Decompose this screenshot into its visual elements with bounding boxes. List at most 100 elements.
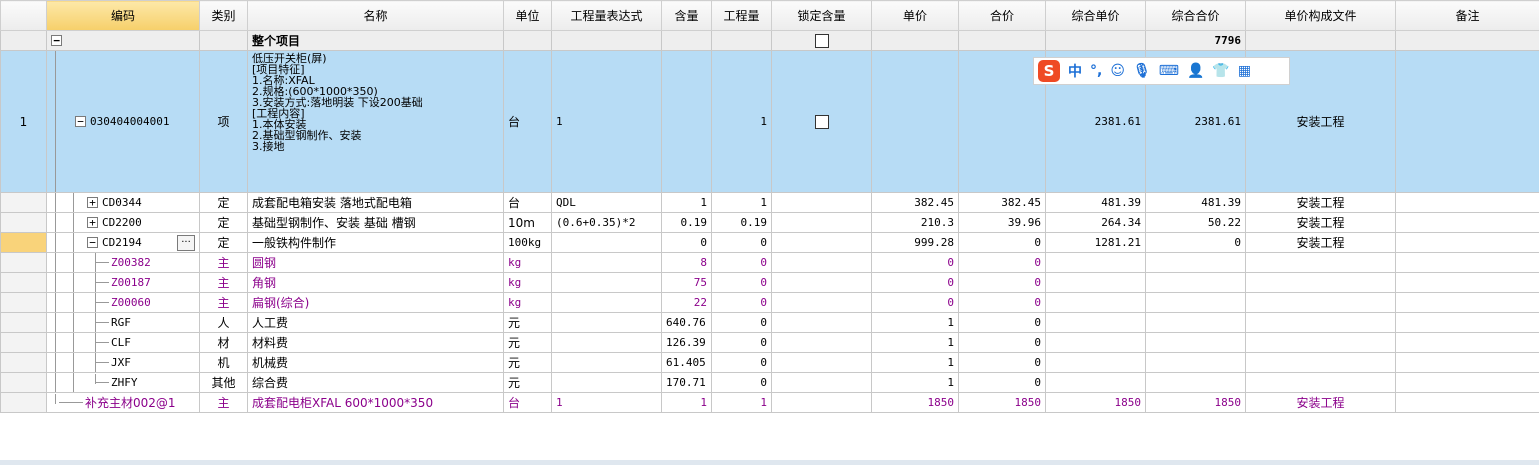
type-cell: 定 (199, 192, 248, 213)
lock-content-cell (771, 232, 872, 253)
col-header-unit[interactable]: 单位 (503, 0, 552, 31)
resource-row[interactable]: Z00382 主 圆钢 kg 8 0 0 0 (0, 252, 1539, 273)
col-header-code[interactable]: 编码 (46, 0, 200, 31)
unit-price-cell[interactable]: 0 (871, 272, 959, 293)
expression-cell[interactable]: (0.6+0.35)*2 (551, 212, 662, 233)
name-cell[interactable]: 综合费 (247, 372, 504, 393)
price-file-cell[interactable]: 安装工程 (1245, 232, 1396, 253)
content-cell[interactable]: 61.405 (661, 352, 712, 373)
name-cell[interactable]: 成套配电柜XFAL 600*1000*350 (247, 392, 504, 413)
resource-row[interactable]: JXF 机 机械费 元 61.405 0 1 0 (0, 352, 1539, 373)
resource-row[interactable]: RGF 人 人工费 元 640.76 0 1 0 (0, 312, 1539, 333)
col-header-name[interactable]: 名称 (247, 0, 504, 31)
col-header-expression[interactable]: 工程量表达式 (551, 0, 662, 31)
chinese-mode-toggle[interactable]: 中 (1068, 61, 1082, 81)
unit-cell: 100kg (503, 232, 552, 253)
col-header-content[interactable]: 含量 (661, 0, 712, 31)
unit-price-cell[interactable]: 1 (871, 352, 959, 373)
toolbox-icon[interactable]: ▦ (1238, 63, 1251, 79)
name-cell[interactable]: 人工费 (247, 312, 504, 333)
content-cell[interactable]: 1 (661, 192, 712, 213)
col-header-comp-unit-price[interactable]: 综合单价 (1045, 0, 1146, 31)
resource-row[interactable]: ZHFY 其他 综合费 元 170.71 0 1 0 (0, 372, 1539, 393)
col-header-price-file[interactable]: 单价构成文件 (1245, 0, 1396, 31)
lock-content-checkbox[interactable] (814, 115, 829, 129)
name-cell[interactable]: 机械费 (247, 352, 504, 373)
name-cell[interactable]: 扁钢(综合) (247, 292, 504, 313)
expand-toggle[interactable]: + (87, 197, 98, 208)
collapse-toggle[interactable]: − (87, 237, 98, 248)
resource-row[interactable]: Z00187 主 角钢 kg 75 0 0 0 (0, 272, 1539, 293)
unit-price-cell[interactable]: 1850 (871, 392, 959, 413)
header-row: 编码 类别 名称 单位 工程量表达式 含量 工程量 锁定含量 单价 合价 综合单… (0, 0, 1539, 31)
content-cell[interactable]: 1 (661, 392, 712, 413)
col-header-rownum[interactable] (0, 0, 47, 31)
col-header-remarks[interactable]: 备注 (1395, 0, 1539, 31)
col-header-comp-total-price[interactable]: 综合合价 (1145, 0, 1246, 31)
sogou-logo-icon[interactable]: S (1038, 60, 1060, 82)
collapse-toggle[interactable]: − (75, 116, 86, 127)
expression-cell[interactable]: 1 (551, 50, 662, 193)
quota-grid: 编码 类别 名称 单位 工程量表达式 含量 工程量 锁定含量 单价 合价 综合单… (0, 0, 1539, 413)
name-cell[interactable]: 基础型钢制作、安装 基础 槽钢 (247, 212, 504, 233)
resource-row[interactable]: Z00060 主 扁钢(综合) kg 22 0 0 0 (0, 292, 1539, 313)
horizontal-scrollbar[interactable] (0, 460, 1539, 465)
item-code: 030404004001 (90, 114, 170, 128)
content-cell[interactable]: 75 (661, 272, 712, 293)
ime-toolbar[interactable]: S 中 °, ☺ 🎙 ⌨ 👤 👕 ▦ (1033, 57, 1290, 85)
emoji-icon[interactable]: ☺ (1110, 63, 1125, 79)
code-cell: CLF (46, 332, 200, 353)
unit-cell: 元 (503, 352, 552, 373)
collapse-toggle[interactable]: − (51, 35, 62, 46)
content-cell[interactable]: 640.76 (661, 312, 712, 333)
quota-row[interactable]: + CD2200 定 基础型钢制作、安装 基础 槽钢 10m (0.6+0.35)… (0, 212, 1539, 233)
lock-content-checkbox[interactable] (814, 34, 829, 48)
expression-cell[interactable]: QDL (551, 192, 662, 213)
unit-price-cell[interactable]: 1 (871, 312, 959, 333)
expand-toggle[interactable]: + (87, 217, 98, 228)
unit-price-cell[interactable]: 1 (871, 332, 959, 353)
col-header-lock-content[interactable]: 锁定含量 (771, 0, 872, 31)
supplementary-material-row[interactable]: 补充主材002@1 主 成套配电柜XFAL 600*1000*350 台 1 1… (0, 392, 1539, 413)
name-cell[interactable]: 成套配电箱安装 落地式配电箱 (247, 192, 504, 213)
content-cell[interactable]: 8 (661, 252, 712, 273)
keyboard-icon[interactable]: ⌨ (1159, 63, 1179, 79)
name-cell[interactable]: 低压开关柜(屏) [项目特征] 1.名称:XFAL 2.规格:(600*1000… (247, 50, 504, 193)
microphone-icon[interactable]: 🎙 (1133, 63, 1151, 79)
project-total-row[interactable]: − 整个项目 7796 (0, 30, 1539, 51)
content-cell[interactable]: 22 (661, 292, 712, 313)
col-header-quantity[interactable]: 工程量 (711, 0, 772, 31)
content-cell[interactable]: 0 (661, 232, 712, 253)
name-cell[interactable]: 材料费 (247, 332, 504, 353)
punctuation-toggle[interactable]: °, (1090, 63, 1102, 79)
unit-price-cell[interactable]: 0 (871, 252, 959, 273)
user-icon[interactable]: 👤 (1187, 63, 1204, 79)
price-file-cell[interactable]: 安装工程 (1245, 192, 1396, 213)
total-price-cell: 7796 (1145, 30, 1246, 51)
unit-price-cell[interactable]: 1 (871, 372, 959, 393)
code-cell: + CD2200 (46, 212, 200, 233)
col-header-total-price[interactable]: 合价 (958, 0, 1046, 31)
col-header-type[interactable]: 类别 (199, 0, 248, 31)
price-file-cell[interactable]: 安装工程 (1245, 392, 1396, 413)
name-cell[interactable]: 一般铁构件制作 (247, 232, 504, 253)
price-file-cell[interactable]: 安装工程 (1245, 212, 1396, 233)
ellipsis-button[interactable]: ··· (177, 234, 195, 251)
unit-price-cell[interactable]: 0 (871, 292, 959, 313)
resource-code: Z00382 (111, 255, 151, 269)
expression-cell[interactable] (551, 232, 662, 253)
code-cell[interactable]: − CD2194 ··· (46, 232, 200, 253)
content-cell[interactable]: 126.39 (661, 332, 712, 353)
name-cell[interactable]: 圆钢 (247, 252, 504, 273)
name-cell[interactable]: 角钢 (247, 272, 504, 293)
content-cell[interactable]: 170.71 (661, 372, 712, 393)
col-header-unit-price[interactable]: 单价 (871, 0, 959, 31)
content-cell[interactable]: 0.19 (661, 212, 712, 233)
quota-row-active[interactable]: − CD2194 ··· 定 一般铁构件制作 100kg 0 0 999.28 0 … (0, 232, 1539, 253)
quota-row[interactable]: + CD0344 定 成套配电箱安装 落地式配电箱 台 QDL 1 1 382.4… (0, 192, 1539, 213)
skin-icon[interactable]: 👕 (1212, 63, 1229, 79)
expression-cell[interactable]: 1 (551, 392, 662, 413)
resource-row[interactable]: CLF 材 材料费 元 126.39 0 1 0 (0, 332, 1539, 353)
code-cell: Z00187 (46, 272, 200, 293)
bill-item-row[interactable]: 1 −030404004001 项 低压开关柜(屏) [项目特征] 1.名称:X… (0, 50, 1539, 193)
